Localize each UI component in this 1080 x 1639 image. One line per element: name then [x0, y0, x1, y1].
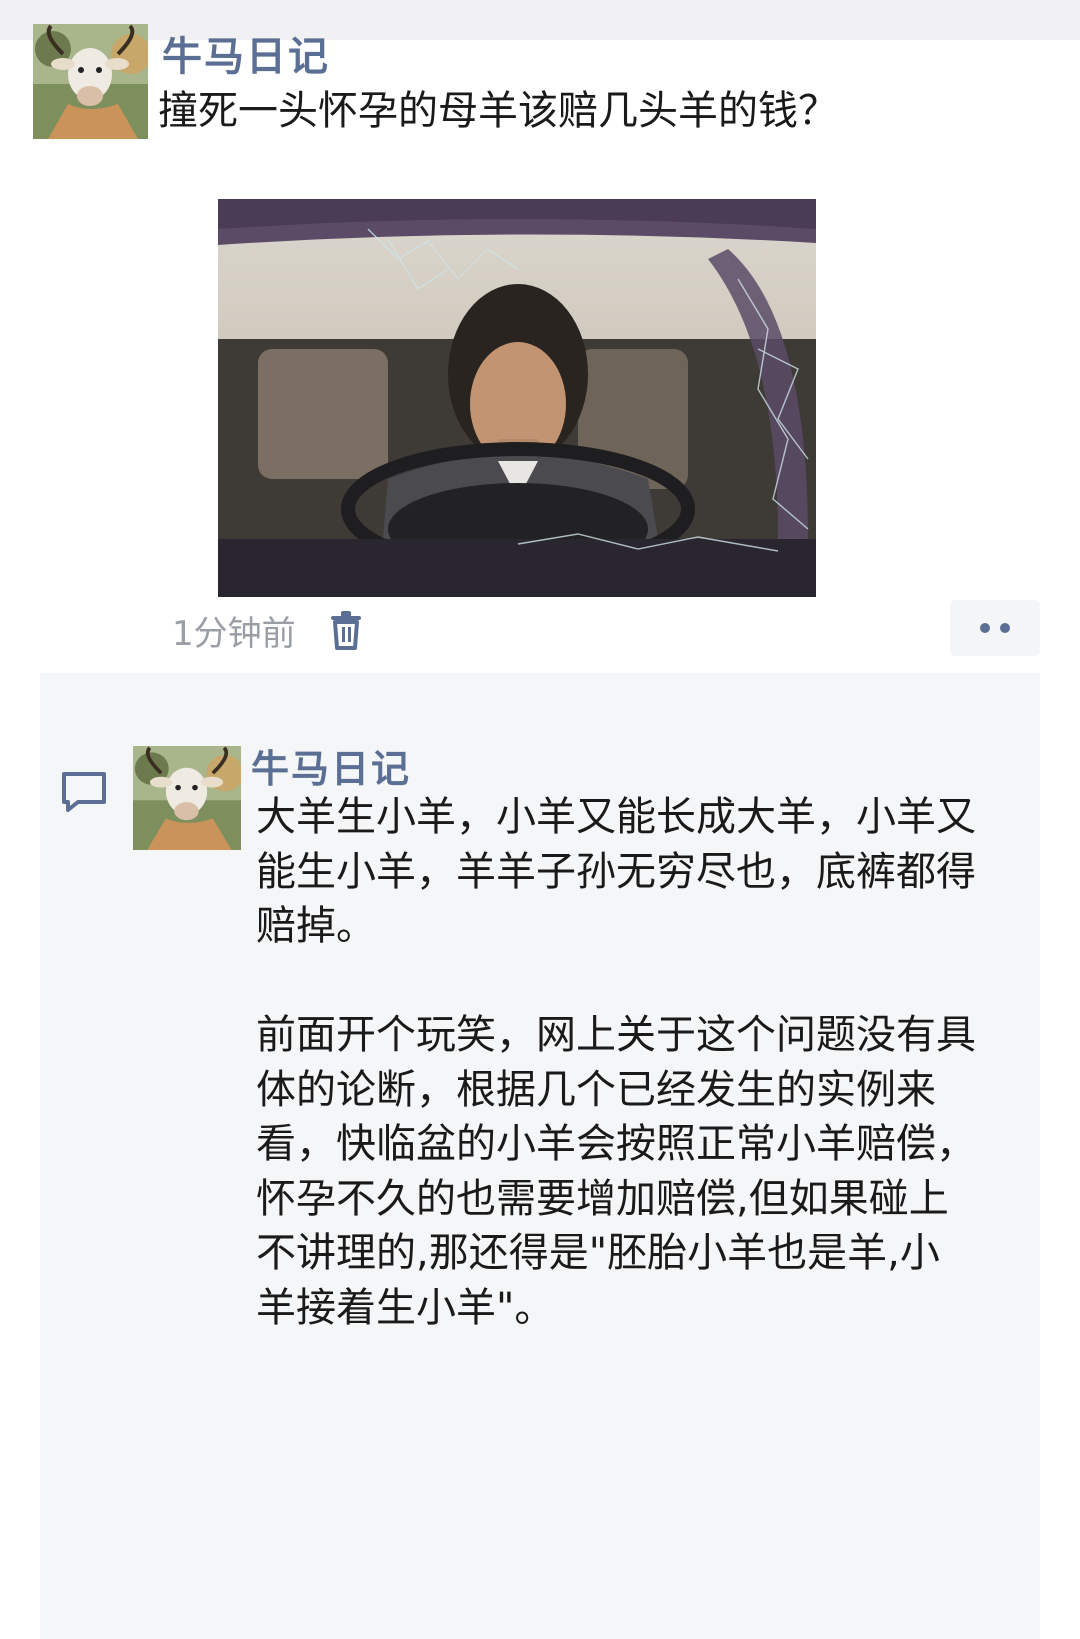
comment-text: 大羊生小羊，小羊又能长成大羊，小羊又能生小羊，羊羊子孙无穷尽也，底裤都得赔掉。 …	[256, 790, 976, 1335]
post-image[interactable]	[218, 199, 816, 597]
dot	[980, 623, 990, 633]
post-meta: 1分钟前	[172, 600, 364, 660]
dot	[1000, 623, 1010, 633]
comment-paragraph-2: 前面开个玩笑，网上关于这个问题没有具体的论断，根据几个已经发生的实例来看，快临盆…	[256, 1012, 976, 1331]
post-text: 撞死一头怀孕的母羊该赔几头羊的钱？	[158, 88, 838, 134]
commenter-avatar[interactable]	[133, 746, 241, 850]
trash-icon[interactable]	[328, 610, 364, 650]
comment-author-name[interactable]: 牛马日记	[251, 738, 411, 793]
author-avatar[interactable]	[33, 24, 148, 139]
comment-bubble-icon	[62, 772, 106, 812]
cow-avatar-icon	[33, 24, 148, 139]
comment-paragraph-1: 大羊生小羊，小羊又能长成大羊，小羊又能生小羊，羊羊子孙无穷尽也，底裤都得赔掉。	[256, 794, 976, 949]
cow-avatar-icon	[133, 746, 241, 850]
post-time: 1分钟前	[172, 613, 296, 654]
more-dots-icon[interactable]	[950, 600, 1040, 656]
post-author-name[interactable]: 牛马日记	[162, 24, 330, 82]
car-driver-photo	[218, 199, 816, 597]
